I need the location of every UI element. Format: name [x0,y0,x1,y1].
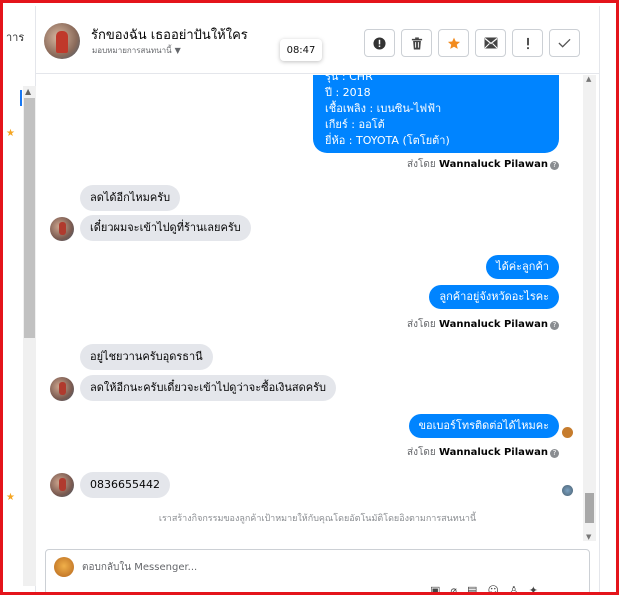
caret-down-icon: ▼ [174,46,181,55]
right-panel-edge [599,6,616,592]
reply-input[interactable] [82,557,482,577]
incoming-message[interactable]: ลดได้อีกไหมครับ [80,185,181,211]
contact-mini-avatar[interactable] [50,217,74,241]
incoming-message[interactable]: เดี๋ยวผมจะเข้าไปดูที่ร้านเลยครับ [80,215,251,241]
car-info-line: เชื้อเพลิง : เบนซิน-ไฟฟ้า [325,102,442,115]
sent-by-label: ส่งโดย Wannaluck Pilawan? [407,445,559,460]
left-panel-text: าาร [6,31,25,44]
lead-activity-notice: เราสร้างกิจกรรมของลูกค้าเป้าหมายให้กับคุ… [158,514,477,524]
message-thread[interactable]: รุ่น : CHR ปี : 2018 เชื้อเพลิง : เบนซิน… [36,75,599,545]
help-icon[interactable]: ? [550,321,559,330]
sent-by-prefix: ส่งโดย [407,447,436,458]
incoming-message[interactable]: 0836655442 [80,472,170,498]
left-scrollbar-thumb[interactable] [24,98,35,338]
page-avatar [54,557,74,577]
outgoing-message[interactable]: ได้ค่ะลูกค้า [486,255,559,279]
exclamation-icon [526,37,529,49]
star-marker-icon: ★ [6,492,15,503]
contact-name[interactable]: รักของฉัน เธออย่าปันให้ใคร [91,24,248,45]
timestamp-tooltip: 08:47 [280,39,322,61]
contact-mini-avatar[interactable] [50,473,74,497]
sent-by-label: ส่งโดย Wannaluck Pilawan? [407,157,559,172]
emoji-icon[interactable]: ☺ [487,584,498,592]
star-button[interactable] [438,29,469,57]
spam-button[interactable] [512,29,543,57]
car-info-bubble: รุ่น : CHR ปี : 2018 เชื้อเพลิง : เบนซิน… [313,75,559,153]
seen-avatar [562,485,573,496]
assign-conversation-label: มอบหมายการสนทนานี้ [92,46,172,55]
sent-by-label: ส่งโดย Wannaluck Pilawan? [407,317,559,332]
sent-by-name: Wannaluck Pilawan [438,159,548,170]
assign-conversation-link[interactable]: มอบหมายการสนทนานี้ ▼ [92,44,181,57]
messenger-window: าาร ★ ★ ▲ รักของฉัน เธออย่าปันให้ใคร มอบ… [0,0,619,595]
incoming-message[interactable]: อยู่ไชยวานครับอุดรธานี [80,344,213,370]
help-icon[interactable]: ? [550,449,559,458]
outgoing-message[interactable]: ลูกค้าอยู่จังหวัดอะไรคะ [429,285,559,309]
envelope-icon [484,37,497,49]
sent-by-name: Wannaluck Pilawan [438,447,548,458]
done-button[interactable] [549,29,580,57]
like-icon[interactable]: ♙ [509,584,519,592]
sent-by-name: Wannaluck Pilawan [438,319,548,330]
page-avatar [562,427,573,438]
outgoing-message[interactable]: ขอเบอร์โทรติดต่อได้ไหมคะ [408,414,559,438]
trash-icon [411,36,422,50]
scroll-up-icon[interactable]: ▲ [586,75,591,83]
sparkle-icon[interactable]: ✦ [529,584,538,592]
contact-mini-avatar[interactable] [50,377,74,401]
alert-circle-icon [373,36,386,50]
thread-scrollbar-thumb[interactable] [585,493,594,523]
briefcase-icon[interactable]: ▣ [430,584,440,592]
attachment-icon[interactable]: ⌀ [450,584,457,592]
sent-by-prefix: ส่งโดย [407,319,436,330]
delete-button[interactable] [401,29,432,57]
scroll-down-icon[interactable]: ▼ [586,533,591,541]
gif-icon[interactable]: ▤ [467,584,477,592]
help-icon[interactable]: ? [550,161,559,170]
thread-scrollbar[interactable]: ▲ ▼ [583,75,596,541]
star-icon [447,37,460,49]
left-panel: าาร ★ ★ ▲ [6,6,36,592]
incoming-message[interactable]: ลดให้อีกนะครับเดี๋ยวจะเข้าไปดูว่าจะซื้อเ… [80,375,336,401]
reply-composer: ▣ ⌀ ▤ ☺ ♙ ✦ [45,549,590,592]
contact-avatar[interactable] [44,23,80,59]
car-info-line: รุ่น : CHR [325,75,373,83]
car-info-line: เกียร์ : ออโต้ [325,118,385,131]
check-icon [558,38,571,48]
selected-indicator [20,90,22,106]
car-info-line: ยี่ห้อ : TOYOTA (โตโยต้า) [325,134,450,147]
report-button[interactable] [364,29,395,57]
star-marker-icon: ★ [6,128,15,139]
mark-unread-button[interactable] [475,29,506,57]
left-scrollbar[interactable]: ▲ [23,86,36,586]
sent-by-prefix: ส่งโดย [407,159,436,170]
car-info-line: ปี : 2018 [325,86,371,99]
scroll-up-icon[interactable]: ▲ [25,87,31,96]
composer-tools: ▣ ⌀ ▤ ☺ ♙ ✦ [430,584,538,592]
conversation-actions [364,29,580,57]
